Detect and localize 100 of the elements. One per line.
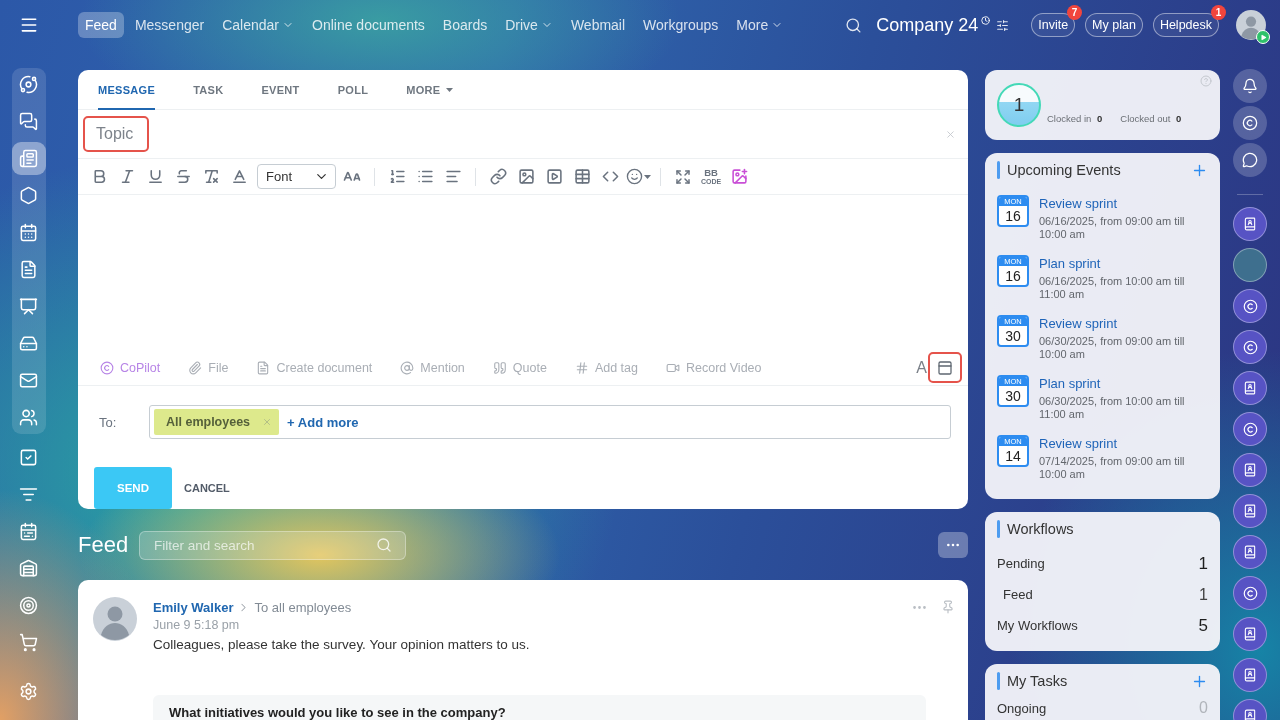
chat-button[interactable] bbox=[1233, 617, 1267, 651]
chat-button[interactable] bbox=[1233, 289, 1267, 323]
sliders-icon bbox=[996, 18, 1010, 32]
title-accent bbox=[997, 520, 1000, 538]
composer-tab[interactable]: EVENT bbox=[261, 70, 300, 110]
audience-label: To all employees bbox=[254, 599, 352, 615]
settings-icon bbox=[19, 682, 38, 701]
task-label[interactable]: Ongoing bbox=[997, 700, 1047, 716]
hexagon-icon bbox=[19, 186, 38, 205]
worktime-counter[interactable]: 1 bbox=[997, 83, 1041, 127]
attachment-button[interactable]: CoPilot bbox=[100, 360, 161, 375]
recipients-field[interactable]: All employees + Add more bbox=[149, 405, 951, 439]
presentation-icon bbox=[19, 297, 38, 316]
clear-format-icon bbox=[202, 168, 220, 185]
event-link[interactable]: Review sprint bbox=[1039, 316, 1118, 332]
circle-c-icon bbox=[1242, 115, 1258, 131]
image-plus-icon bbox=[730, 168, 748, 185]
to-label: To: bbox=[99, 414, 118, 430]
contact-book-icon bbox=[1243, 381, 1257, 395]
nav-tab[interactable]: Calendar bbox=[215, 12, 301, 38]
bullet-list-icon bbox=[416, 168, 434, 185]
nav-tab[interactable]: Feed bbox=[78, 12, 124, 38]
composer-tab[interactable]: POLL bbox=[337, 70, 369, 110]
nav-tab[interactable]: Online documents bbox=[305, 12, 432, 38]
align-left-icon bbox=[444, 168, 462, 185]
nav-tab[interactable]: Boards bbox=[435, 12, 495, 38]
workflow-label[interactable]: Feed bbox=[1003, 587, 1033, 602]
author-link[interactable]: Emily Walker bbox=[153, 599, 234, 615]
post-time: June 9 5:18 pm bbox=[153, 617, 241, 633]
search-button[interactable] bbox=[845, 16, 863, 34]
title-accent bbox=[997, 161, 1000, 179]
widget-title: Upcoming Events bbox=[1007, 162, 1121, 178]
expand-icon bbox=[675, 168, 691, 185]
day-number: 30 bbox=[1004, 386, 1022, 405]
warehouse-icon bbox=[19, 559, 38, 578]
chat-button[interactable] bbox=[1233, 412, 1267, 446]
composer-tab[interactable]: TASK bbox=[193, 70, 224, 110]
widget-title: My Tasks bbox=[1007, 673, 1068, 689]
contact-book-icon bbox=[1243, 627, 1257, 641]
chat-button[interactable] bbox=[1233, 371, 1267, 405]
nav-tab[interactable]: Drive bbox=[498, 12, 560, 38]
workflow-label[interactable]: Pending bbox=[997, 556, 1045, 571]
newspaper-icon bbox=[19, 149, 38, 168]
quote-icon bbox=[492, 360, 507, 375]
rail-button[interactable] bbox=[1233, 106, 1267, 140]
workflow-count: 1 bbox=[1199, 585, 1208, 604]
chat-icon bbox=[1242, 152, 1258, 168]
event-link[interactable]: Plan sprint bbox=[1039, 256, 1101, 272]
workflow-label[interactable]: My Workflows bbox=[997, 618, 1078, 633]
nav-tab[interactable]: Webmail bbox=[563, 12, 633, 38]
drive-icon bbox=[19, 334, 38, 353]
rail-button[interactable] bbox=[1233, 69, 1267, 103]
event-link[interactable]: Plan sprint bbox=[1039, 376, 1101, 392]
bell-icon bbox=[1242, 78, 1258, 94]
close-icon bbox=[945, 128, 956, 140]
photo-placeholder[interactable] bbox=[1233, 248, 1267, 282]
chat-button[interactable] bbox=[1233, 453, 1267, 487]
format-toggle[interactable]: A bbox=[916, 358, 928, 377]
workflow-count: 1 bbox=[1198, 553, 1208, 574]
event-link[interactable]: Review sprint bbox=[1039, 196, 1118, 212]
document-icon bbox=[19, 260, 38, 279]
composer-tab[interactable]: MORE bbox=[406, 70, 454, 110]
cart-icon bbox=[19, 633, 38, 652]
day-number: 16 bbox=[1004, 266, 1022, 285]
table-icon bbox=[573, 168, 591, 185]
orbit-icon bbox=[19, 75, 38, 94]
day-number: 14 bbox=[1004, 446, 1022, 465]
day-number: 16 bbox=[1004, 206, 1022, 225]
panel-toggle-button[interactable] bbox=[928, 352, 962, 383]
contact-book-icon bbox=[1243, 545, 1257, 559]
day-number: 30 bbox=[1004, 326, 1022, 345]
chat-button[interactable] bbox=[1233, 330, 1267, 364]
rail-button[interactable] bbox=[1233, 143, 1267, 177]
circle-c-icon bbox=[1242, 339, 1258, 355]
contact-book-icon bbox=[1243, 668, 1257, 682]
nav-tab[interactable]: Workgroups bbox=[636, 12, 726, 38]
composer-tab[interactable]: MESSAGE bbox=[98, 70, 156, 110]
chat-button[interactable] bbox=[1233, 494, 1267, 528]
underline-icon bbox=[146, 168, 164, 185]
nav-tab[interactable]: Messenger bbox=[127, 12, 212, 38]
chat-button[interactable] bbox=[1233, 535, 1267, 569]
font-select[interactable]: Font bbox=[257, 164, 336, 189]
chat-button[interactable] bbox=[1233, 576, 1267, 610]
circle-c-icon bbox=[1242, 298, 1258, 314]
header-button[interactable]: My plan bbox=[1085, 13, 1143, 37]
chat-button[interactable] bbox=[1233, 658, 1267, 692]
survey-question: What initiatives would you like to see in the company? bbox=[169, 705, 506, 720]
more-button[interactable] bbox=[938, 532, 968, 558]
paperclip-icon bbox=[188, 360, 203, 375]
cancel-button[interactable]: CANCEL bbox=[184, 482, 230, 494]
event-link[interactable]: Review sprint bbox=[1039, 436, 1118, 452]
event-time: 07/14/2025, from 09:00 am till 10:00 am bbox=[1039, 455, 1186, 481]
sliders-button[interactable] bbox=[996, 18, 1010, 32]
sidebar-button[interactable] bbox=[11, 142, 46, 175]
widget-title: Workflows bbox=[1007, 521, 1074, 537]
add-more-link[interactable]: + Add more bbox=[287, 414, 359, 430]
panel-icon bbox=[937, 359, 953, 376]
chat-button[interactable] bbox=[1233, 207, 1267, 241]
topic-field[interactable]: Topic bbox=[83, 116, 149, 152]
nav-tab[interactable]: More bbox=[729, 12, 791, 38]
